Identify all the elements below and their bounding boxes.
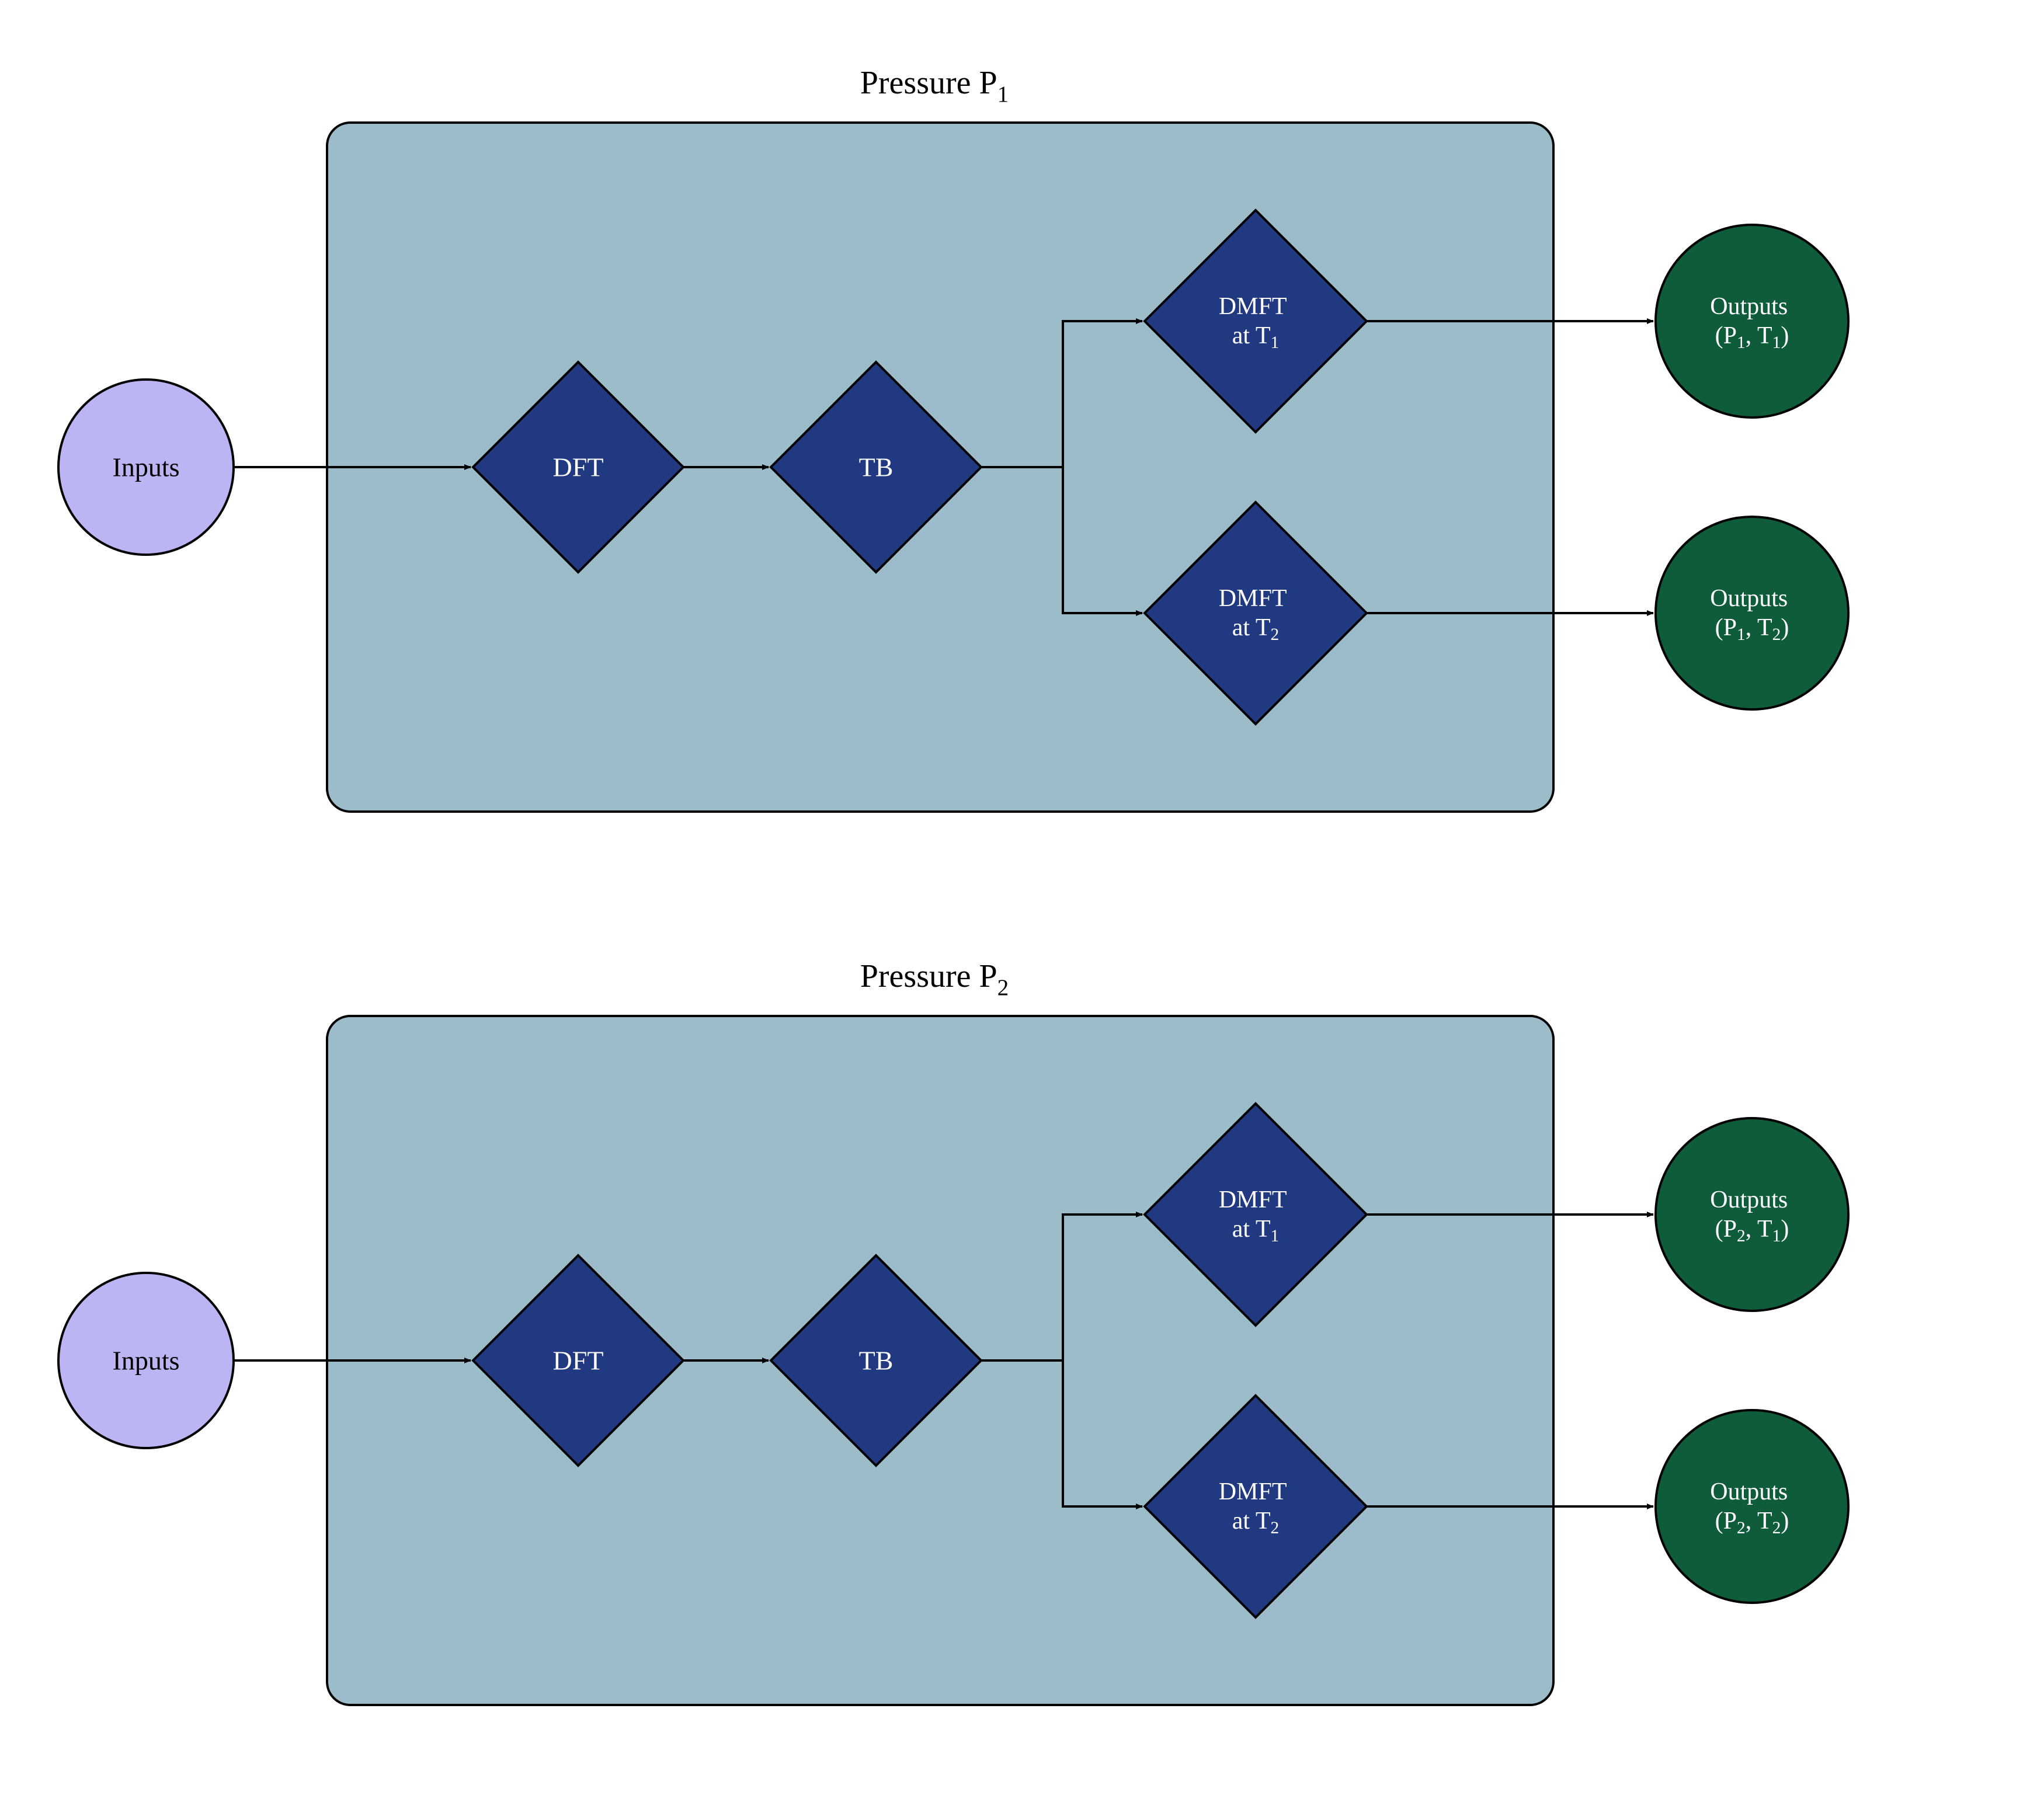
panel-title: Pressure P1 [860, 65, 1009, 107]
output-p2t2-label: Outputs (P2, T2) [1710, 1478, 1794, 1537]
output-p1t2-node [1656, 517, 1848, 709]
output-p2t1-label: Outputs (P2, T1) [1710, 1186, 1794, 1245]
svg-text:DFT: DFT [553, 453, 604, 482]
inputs-label: Inputs [113, 1346, 180, 1376]
output-p1t1-node [1656, 225, 1848, 417]
svg-text:TB: TB [859, 1346, 894, 1376]
panel-title: Pressure P2 [860, 958, 1009, 1000]
panel-p1: Pressure P1 Inputs DFT TB DMFT at T1 [58, 65, 1848, 812]
output-p2t2-node [1656, 1410, 1848, 1603]
svg-text:TB: TB [859, 453, 894, 482]
svg-text:DFT: DFT [553, 1346, 604, 1376]
inputs-label: Inputs [113, 453, 180, 482]
output-p1t2-label: Outputs (P1, T2) [1710, 585, 1794, 644]
panel-p2: Pressure P2 Inputs DFT TB DMFT at T1 DMF… [58, 958, 1848, 1705]
workflow-diagram: Pressure P1 Inputs DFT TB DMFT at T1 [0, 0, 2044, 1813]
output-p1t1-label: Outputs (P1, T1) [1710, 293, 1794, 352]
output-p2t1-node [1656, 1118, 1848, 1311]
